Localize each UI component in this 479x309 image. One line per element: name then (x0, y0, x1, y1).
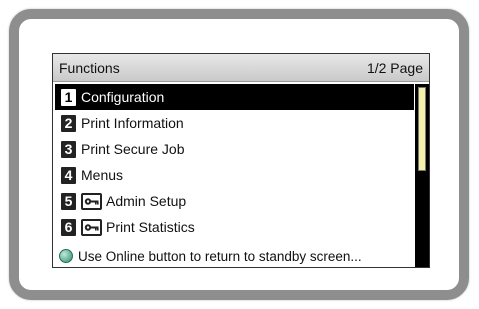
menu-item-configuration[interactable]: 1 Configuration (55, 84, 414, 110)
page-indicator: 1/2 Page (366, 59, 423, 76)
scrollbar-thumb[interactable] (418, 87, 426, 171)
number-badge-4: 4 (61, 166, 76, 184)
menu-item-label: Print Statistics (106, 219, 195, 235)
menu-item-label: Print Secure Job (81, 141, 185, 157)
menu-item-label: Admin Setup (106, 193, 187, 209)
menu-item-label: Menus (81, 167, 124, 183)
menu-item-print-statistics[interactable]: 6 Print Statistics (55, 214, 414, 240)
number-badge-6: 6 (61, 218, 76, 236)
menu-item-label: Print Information (81, 115, 184, 131)
standby-hint: Use Online button to return to standby s… (55, 244, 414, 267)
menu-item-label: Configuration (81, 89, 165, 105)
standby-hint-text: Use Online button to return to standby s… (78, 248, 362, 264)
number-badge-1: 1 (61, 88, 76, 106)
header-title: Functions (59, 59, 120, 76)
number-badge-5: 5 (61, 192, 76, 210)
menu-item-print-secure-job[interactable]: 3 Print Secure Job (55, 136, 414, 162)
lcd-screen: Functions 1/2 Page 1 Configuration 2 Pri… (52, 53, 430, 268)
menu-item-menus[interactable]: 4 Menus (55, 162, 414, 188)
menu-item-admin-setup[interactable]: 5 Admin Setup (55, 188, 414, 214)
screen-header: Functions 1/2 Page (53, 54, 429, 82)
online-button-icon (59, 249, 73, 263)
number-badge-3: 3 (61, 140, 76, 158)
number-badge-2: 2 (61, 114, 76, 132)
key-icon (81, 218, 102, 236)
function-menu: 1 Configuration 2 Print Information 3 Pr… (53, 82, 414, 267)
menu-scrollbar[interactable] (415, 84, 429, 267)
menu-item-print-information[interactable]: 2 Print Information (55, 110, 414, 136)
key-icon (81, 192, 102, 210)
